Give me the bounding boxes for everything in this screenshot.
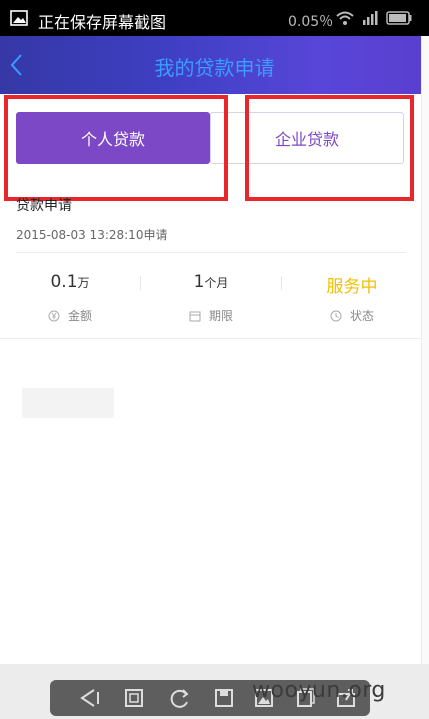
period-value: 1: [193, 272, 205, 292]
send-icon[interactable]: [76, 684, 104, 712]
blurred-area: [22, 388, 114, 418]
page-title: 我的贷款申请: [154, 56, 275, 80]
period-stat: 1个月: [151, 272, 271, 292]
save-icon[interactable]: [210, 684, 238, 712]
signal-icon: [363, 11, 378, 25]
screenshot-notification: 正在保存屏幕截图: [38, 13, 167, 32]
calendar-icon: [189, 311, 201, 322]
divider: [16, 252, 406, 253]
amount-label: 金额: [67, 309, 92, 323]
app-header: 我的贷款申请 9: [0, 36, 429, 94]
period-unit: 个月: [204, 276, 229, 290]
status-label: 状态: [349, 309, 374, 323]
period-label-row: 期限: [151, 307, 271, 324]
divider: [0, 338, 421, 339]
amount-label-row: 金额: [10, 307, 130, 324]
rotate-icon[interactable]: [166, 684, 194, 712]
scroll-edge: [421, 36, 429, 719]
status-value: 服务中: [326, 277, 378, 297]
amount-unit: 万: [77, 276, 90, 290]
amount-stat: 0.1万: [10, 272, 130, 292]
period-label: 期限: [208, 309, 233, 323]
network-speed: 0.05％: [288, 14, 334, 30]
amount-value: 0.1: [50, 272, 78, 292]
record-title: 贷款申请: [16, 198, 72, 214]
separator: [281, 276, 282, 290]
status-bar: 正在保存屏幕截图 0.05％: [0, 0, 429, 36]
image-icon: [10, 10, 28, 26]
watermark: wooyun.org: [252, 678, 386, 703]
yen-icon: [48, 310, 60, 322]
status-label-row: 状态: [292, 307, 412, 324]
battery-icon: [386, 11, 412, 25]
clock-icon: [330, 310, 342, 322]
tab-enterprise-loan[interactable]: 企业贷款: [210, 112, 404, 164]
tab-personal-loan[interactable]: 个人贷款: [16, 112, 210, 164]
separator: [140, 276, 141, 290]
wifi-icon: [336, 11, 354, 25]
crop-icon[interactable]: [120, 684, 148, 712]
record-date: 2015-08-03 13:28:10申请: [16, 228, 168, 242]
status-stat: 服务中: [292, 272, 412, 297]
